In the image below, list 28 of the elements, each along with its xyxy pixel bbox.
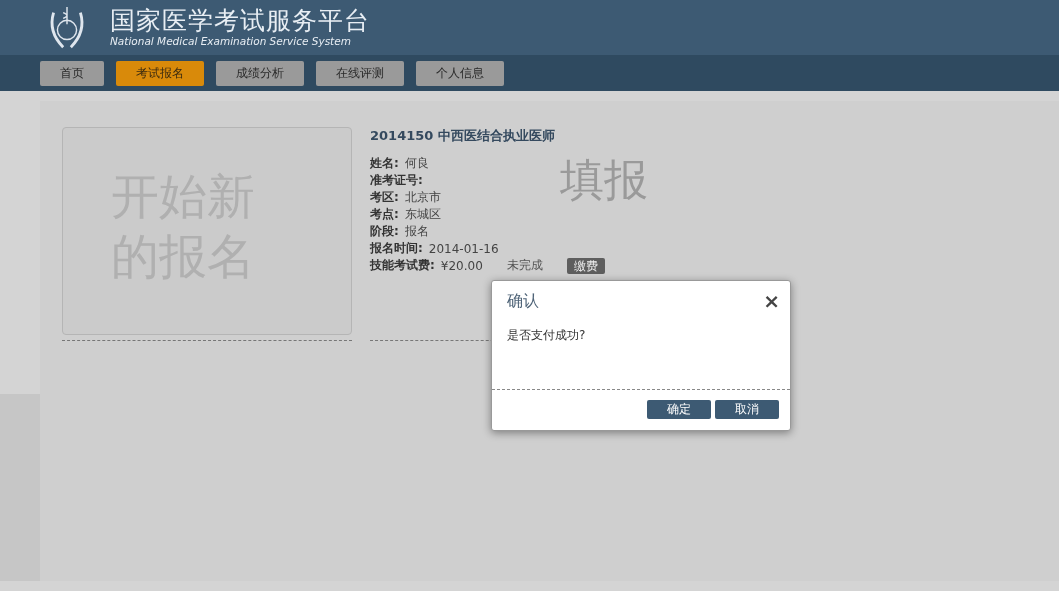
close-button[interactable]: × — [761, 289, 782, 313]
field-value: 何良 — [404, 155, 429, 172]
pay-button[interactable]: 缴费 — [566, 257, 605, 274]
field-value: 北京市 — [404, 189, 441, 206]
field-label: 阶段: — [370, 223, 399, 240]
confirm-button[interactable]: 确定 — [647, 400, 711, 419]
field-label: 技能考试费: — [370, 257, 435, 274]
nav-tab[interactable]: 个人信息 — [416, 60, 504, 86]
field-value: 2014-01-16 — [428, 241, 499, 256]
site-subtitle: National Medical Examination Service System — [110, 35, 352, 48]
field-label: 姓名: — [370, 155, 399, 172]
nav-tab[interactable]: 考试报名 — [116, 60, 204, 86]
site-title: 国家医学考试服务平台 — [110, 7, 370, 35]
nav-tab[interactable]: 在线评测 — [316, 60, 404, 86]
field-label: 准考证号: — [370, 172, 423, 189]
field-value: ¥20.00 — [440, 258, 483, 273]
cancel-button[interactable]: 取消 — [715, 400, 779, 419]
dialog-title: 确认 — [507, 290, 539, 312]
field-label: 考区: — [370, 189, 399, 206]
nav-tab[interactable]: 首页 — [40, 60, 104, 86]
exam-title: 2014150 中西医结合执业医师 — [370, 127, 556, 145]
field-label: 考点: — [370, 206, 399, 223]
field-label: 报名时间: — [370, 240, 423, 257]
nav-tab[interactable]: 成绩分析 — [216, 60, 304, 86]
dialog-message: 是否支付成功? — [506, 327, 587, 344]
field-value: 报名 — [404, 223, 429, 240]
payment-status: 未完成 — [506, 257, 543, 274]
field-value: 东城区 — [404, 206, 441, 223]
